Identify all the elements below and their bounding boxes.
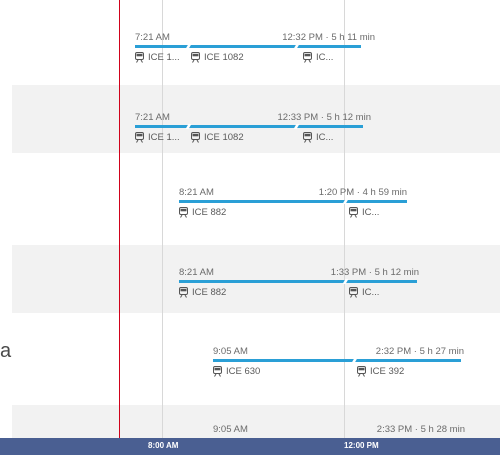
train-icon — [135, 52, 144, 63]
train-leg: ICE 882 — [179, 287, 226, 298]
train-leg: ICE 392 — [357, 366, 404, 377]
arrival-duration: 12:33 PM · 5 h 12 min — [277, 112, 372, 123]
connection[interactable]: 9:05 AM 2:33 PM · 5 h 28 min — [213, 424, 465, 438]
departure-time: 8:21 AM — [179, 187, 214, 198]
departure-time: 9:05 AM — [213, 424, 248, 435]
train-icon — [349, 207, 358, 218]
current-time-line — [119, 0, 120, 455]
connection[interactable]: 7:21 AM 12:32 PM · 5 h 11 min ICE 1... I… — [135, 32, 375, 66]
journey-bar — [213, 358, 461, 363]
train-leg: IC... — [349, 287, 379, 298]
train-leg: IC... — [303, 52, 333, 63]
arrival-duration: 2:33 PM · 5 h 28 min — [376, 424, 465, 435]
train-icon — [349, 287, 358, 298]
time-axis-bar: 8:00 AM 12:00 PM — [0, 438, 500, 455]
departure-time: 7:21 AM — [135, 32, 170, 43]
arrival-duration: 12:32 PM · 5 h 11 min — [282, 32, 375, 43]
train-leg: IC... — [303, 132, 333, 143]
time-axis-label: 12:00 PM — [344, 441, 379, 450]
train-leg: ICE 1082 — [191, 132, 244, 143]
time-axis-label: 8:00 AM — [148, 441, 179, 450]
train-icon — [191, 132, 200, 143]
train-leg: ICE 882 — [179, 207, 226, 218]
train-icon — [213, 366, 222, 377]
arrival-duration: 2:32 PM · 5 h 27 min — [375, 346, 464, 357]
departure-time: 7:21 AM — [135, 112, 170, 123]
connection[interactable]: 8:21 AM 1:33 PM · 5 h 12 min ICE 882 IC.… — [179, 267, 419, 301]
train-icon — [303, 132, 312, 143]
journey-bar — [179, 199, 407, 204]
train-leg: ICE 1... — [135, 52, 180, 63]
train-icon — [135, 132, 144, 143]
journey-bar — [135, 44, 361, 49]
departure-time: 8:21 AM — [179, 267, 214, 278]
journey-bar — [179, 279, 417, 284]
train-icon — [179, 207, 188, 218]
arrival-duration: 1:20 PM · 4 h 59 min — [318, 187, 407, 198]
connection-timeline: a 7:21 AM 12:32 PM · 5 h 11 min ICE 1...… — [0, 0, 500, 455]
connection[interactable]: 7:21 AM 12:33 PM · 5 h 12 min ICE 1... I… — [135, 112, 372, 146]
journey-bar — [135, 124, 363, 129]
train-leg: IC... — [349, 207, 379, 218]
train-leg: ICE 630 — [213, 366, 260, 377]
sidebar-text-fragment: a — [0, 340, 12, 362]
train-icon — [179, 287, 188, 298]
train-icon — [191, 52, 200, 63]
connection[interactable]: 8:21 AM 1:20 PM · 4 h 59 min ICE 882 IC.… — [179, 187, 407, 221]
train-leg: ICE 1... — [135, 132, 180, 143]
departure-time: 9:05 AM — [213, 346, 248, 357]
train-leg: ICE 1082 — [191, 52, 244, 63]
train-icon — [303, 52, 312, 63]
train-icon — [357, 366, 366, 377]
arrival-duration: 1:33 PM · 5 h 12 min — [330, 267, 419, 278]
connection[interactable]: 9:05 AM 2:32 PM · 5 h 27 min ICE 630 ICE… — [213, 346, 464, 380]
